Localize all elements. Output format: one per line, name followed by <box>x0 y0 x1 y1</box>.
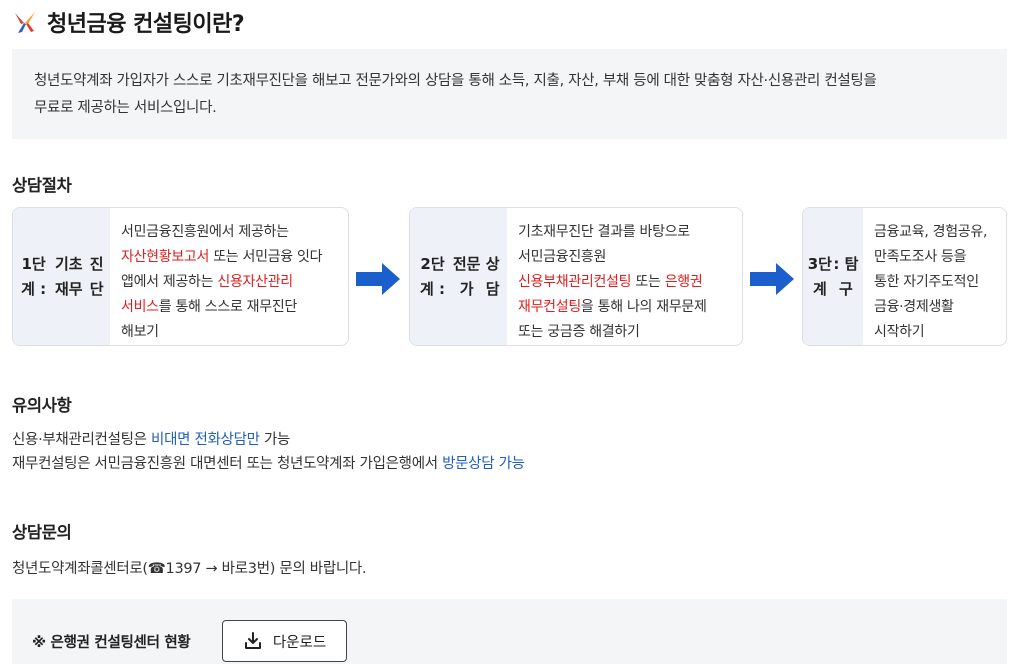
step-label-line: 기초재무 <box>55 254 83 298</box>
step-label-line: 1단계 : <box>21 254 47 298</box>
step-desc-highlight: 신용자산관리 <box>217 274 293 290</box>
step-desc-text: 를 통해 스스로 재무진단 <box>158 299 298 315</box>
step-desc-highlight: 서비스 <box>121 299 159 315</box>
step-desc-highlight: 재무컨설팅 <box>518 299 581 315</box>
step-desc-text: 금융교육, 경험공유, <box>874 224 988 240</box>
brand-logo-icon <box>15 12 35 33</box>
step-card-2: 2단계 : 전문가 상담 기초재무진단 결과를 바탕으로서민금융진흥원신용부채관리컨… <box>409 207 743 346</box>
note-line-1-text: 신용·부채관리컨설팅은 <box>12 432 152 448</box>
step-desc-text: 또는 궁금증 해결하기 <box>518 324 640 340</box>
note-line-1-highlight: 비대면 전화상담만 <box>151 432 260 448</box>
step-label-line: : 탐구 <box>833 254 859 298</box>
step-label-line: 전문가 <box>452 254 481 298</box>
step-desc-text: 해보기 <box>121 324 159 340</box>
procedure-heading: 상담절차 <box>12 176 72 195</box>
step-label-3: 3단계: 탐구 <box>803 208 863 345</box>
note-line-2-text: 재무컨설팅은 서민금융진흥원 대면센터 또는 청년도약계좌 가입은행에서 <box>12 456 443 472</box>
step-label-line: 상담 <box>485 254 500 298</box>
download-label: ※ 은행권 컨설팅센터 현황 <box>32 635 191 651</box>
step-label-line: 진단 <box>89 254 104 298</box>
notes-heading: 유의사항 <box>12 396 72 415</box>
step-desc-text: 금융·경제생활 <box>874 299 954 315</box>
note-line-2: 재무컨설팅은 서민금융진흥원 대면센터 또는 청년도약계좌 가입은행에서 방문상… <box>12 452 525 477</box>
step-desc-2: 기초재무진단 결과를 바탕으로서민금융진흥원신용부채관리컨설팅 또는 은행권재무… <box>507 208 717 345</box>
arrow-right-icon <box>750 263 794 295</box>
step-desc-text: 기초재무진단 결과를 바탕으로 <box>518 224 690 240</box>
step-card-3: 3단계: 탐구 금융교육, 경험공유, 만족도조사 등을통한 자기주도적인금융·경… <box>802 207 1007 346</box>
download-icon <box>244 632 261 649</box>
step-desc-text: 통한 자기주도적인 <box>874 274 979 290</box>
step-label-2: 2단계 : 전문가 상담 <box>410 208 507 345</box>
step-desc-text: 서민금융진흥원에서 제공하는 <box>121 224 289 240</box>
inquiry-heading: 상담문의 <box>12 523 72 542</box>
step-desc-highlight: 자산현황보고서 <box>121 249 210 265</box>
step-desc-text: 또는 <box>631 274 665 290</box>
step-desc-text: 서민금융진흥원 <box>518 249 607 265</box>
step-card-1: 1단계 : 기초재무 진단 서민금융진흥원에서 제공하는자산현황보고서 또는 서민금… <box>12 207 349 346</box>
intro-line-1: 청년도약계좌 가입자가 스스로 기초재무진단을 해보고 전문가와의 상담을 통해… <box>34 73 877 89</box>
intro-line-2: 무료로 제공하는 서비스입니다. <box>34 100 217 116</box>
step-desc-highlight: 신용부채관리컨설팅 <box>518 274 632 290</box>
step-label-line: 3단계 <box>807 254 832 298</box>
intro-panel: 청년도약계좌 가입자가 스스로 기초재무진단을 해보고 전문가와의 상담을 통해… <box>12 49 1007 139</box>
step-desc-1: 서민금융진흥원에서 제공하는자산현황보고서 또는 서민금융 잇다앱에서 제공하는… <box>110 208 332 345</box>
note-line-1-suffix: 가능 <box>259 432 291 448</box>
download-panel: ※ 은행권 컨설팅센터 현황 다운로드 <box>12 599 1007 664</box>
download-button[interactable]: 다운로드 <box>222 620 347 662</box>
note-line-2-highlight: 방문상담 가능 <box>442 456 525 472</box>
step-label-line: 2단계 : <box>420 254 446 298</box>
arrow-right-icon <box>356 263 400 295</box>
step-desc-text: 을 통해 나의 재무문제 <box>580 299 707 315</box>
step-desc-text: 또는 서민금융 잇다 <box>209 249 323 265</box>
note-line-1: 신용·부채관리컨설팅은 비대면 전화상담만 가능 <box>12 428 290 453</box>
page-header: 청년금융 컨설팅이란? <box>12 4 245 40</box>
step-desc-text: 앱에서 제공하는 <box>121 274 218 290</box>
step-desc-3: 금융교육, 경험공유, 만족도조사 등을통한 자기주도적인금융·경제생활시작하기 <box>863 208 997 345</box>
download-button-label: 다운로드 <box>272 634 327 651</box>
step-desc-text: 시작하기 <box>874 324 925 340</box>
step-desc-text: 만족도조사 등을 <box>874 249 967 265</box>
step-desc-highlight: 은행권 <box>664 274 703 290</box>
page-title: 청년금융 컨설팅이란? <box>47 12 245 37</box>
step-label-1: 1단계 : 기초재무 진단 <box>13 208 110 345</box>
inquiry-text: 청년도약계좌콜센터로(☎1397 → 바로3번) 문의 바랍니다. <box>12 561 367 577</box>
